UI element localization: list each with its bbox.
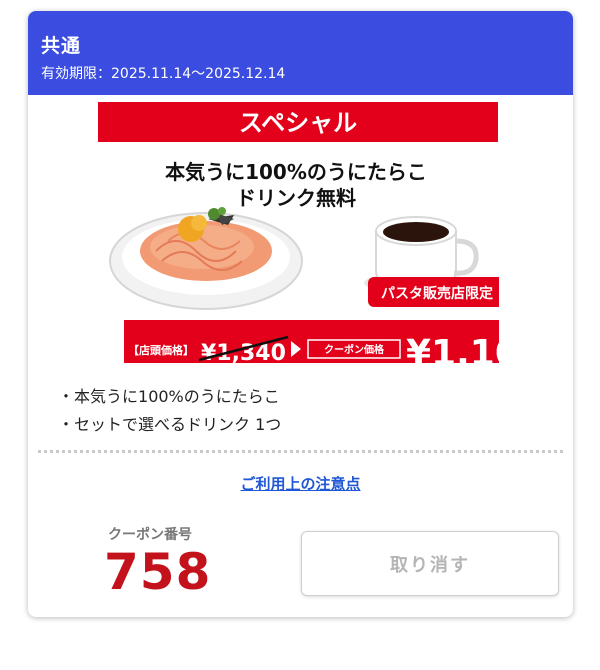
coupon-category: 共通 bbox=[41, 35, 82, 57]
store-price-label: 【店頭価格】 bbox=[128, 343, 194, 357]
dotted-divider bbox=[38, 450, 563, 453]
headline-line1: 本気うに100%のうにたらこ bbox=[165, 160, 427, 184]
list-item: セットで選べるドリンク 1つ bbox=[58, 411, 281, 439]
coupon-number: 758 bbox=[104, 543, 212, 601]
cancel-button[interactable]: 取り消す bbox=[301, 531, 559, 596]
coupon-price: ¥1,100 bbox=[406, 333, 499, 363]
coupon-number-label: クーポン番号 bbox=[108, 527, 192, 543]
coupon-banner-image: スペシャル 本気うに100%のうにたらこ ドリンク無料 パスタ販売店限定 【店頭… bbox=[96, 101, 499, 363]
headline-line2: ドリンク無料 bbox=[236, 186, 356, 210]
shop-limited-text: パスタ販売店限定 bbox=[381, 285, 493, 302]
coupon-card: 共通 有効期限：2025.11.14〜2025.12.14 スペシャル 本気うに… bbox=[28, 11, 573, 617]
coupon-price-label: クーポン価格 bbox=[324, 343, 385, 356]
store-price: ¥1,340 bbox=[201, 341, 286, 363]
coupon-header: 共通 有効期限：2025.11.14〜2025.12.14 bbox=[28, 11, 573, 95]
ribbon-text: スペシャル bbox=[239, 109, 357, 137]
usage-notes-link[interactable]: ご利用上の注意点 bbox=[28, 473, 573, 494]
item-list: 本気うに100%のうにたらこ セットで選べるドリンク 1つ bbox=[58, 383, 281, 439]
list-item: 本気うに100%のうにたらこ bbox=[58, 383, 281, 411]
coupon-validity: 有効期限：2025.11.14〜2025.12.14 bbox=[41, 66, 286, 82]
pasta-plate-illustration bbox=[109, 207, 303, 310]
